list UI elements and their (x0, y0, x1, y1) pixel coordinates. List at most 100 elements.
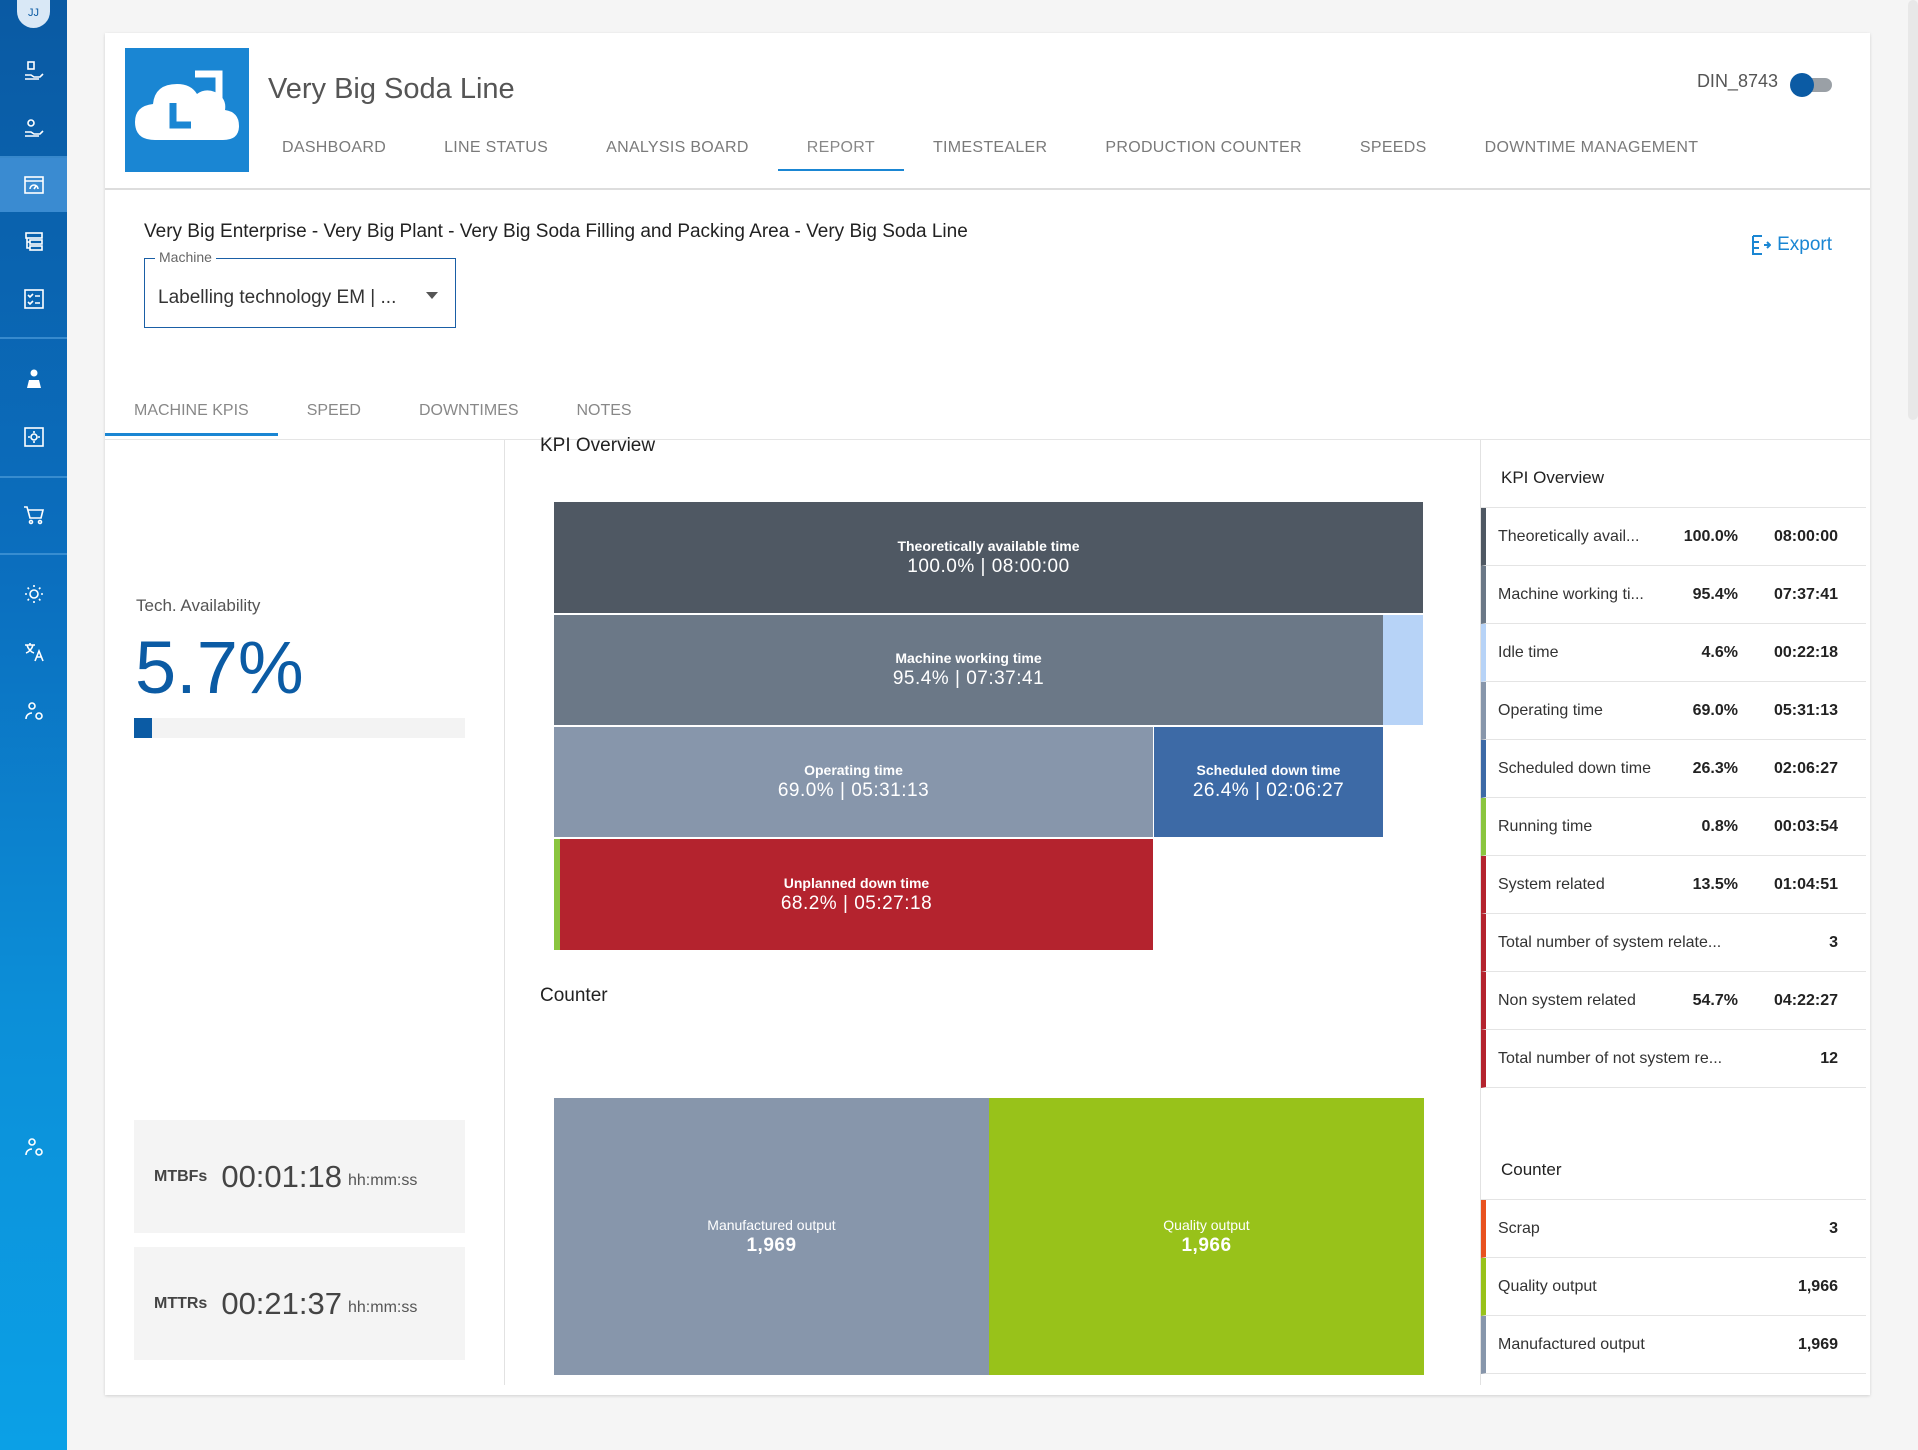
block-operating-value: 69.0% | 05:31:13 (777, 780, 930, 801)
side-handshake-icon[interactable] (0, 101, 67, 155)
kpi-table-row: Scheduled down time 26.3% 02:06:27 (1481, 740, 1866, 798)
chevron-down-icon (426, 292, 438, 299)
block-quality-label: Quality output (1163, 1216, 1250, 1233)
tab-downtimes[interactable]: DOWNTIMES (390, 388, 548, 439)
block-working[interactable]: Machine working time 95.4% | 07:37:41 (554, 615, 1383, 725)
block-theoretical-value: 100.0% | 08:00:00 (907, 555, 1070, 577)
user-id: DIN_8743 (1696, 71, 1778, 91)
block-scheduled[interactable]: Scheduled down time 26.4% | 02:06:27 (1154, 727, 1383, 837)
block-theoretical-label: Theoretically available time (897, 537, 1080, 554)
block-manufactured-label: Manufactured output (707, 1216, 836, 1233)
kpi-table-row: Non system related 54.7% 04:22:27 (1481, 972, 1866, 1030)
mttr-unit: hh:mm:ss (348, 1298, 418, 1316)
nav-line-status[interactable]: LINE STATUS (415, 125, 577, 171)
tab-speed[interactable]: SPEED (278, 388, 390, 439)
block-quality-value: 1,966 (1181, 1234, 1232, 1256)
counter-table-row-count: 3 (1829, 1219, 1838, 1237)
block-quality[interactable]: Quality output 1,966 (989, 1098, 1424, 1375)
mtbf-value: 00:01:18 (221, 1158, 342, 1194)
left-kpi-column: Tech. Availability 5.7% MTBFs 00:01:18 h… (105, 440, 505, 1385)
avatar[interactable]: JJ (17, 0, 50, 28)
kpi-table-row-time: 04:22:27 (1773, 991, 1838, 1009)
side-translate-icon[interactable] (0, 625, 67, 679)
kpi-table-row-percent: 0.8% (1701, 817, 1738, 835)
side-worker-icon[interactable] (0, 352, 67, 406)
block-unplanned-label: Unplanned down time (783, 874, 930, 891)
tech-availability-bar (134, 718, 465, 738)
side-image-settings-icon[interactable] (0, 410, 67, 464)
side-report-icon[interactable] (0, 158, 67, 212)
counter-title: Counter (540, 985, 608, 1006)
kpi-table-row-name: Machine working ti... (1498, 585, 1644, 603)
sidebar: JJ (0, 0, 67, 1450)
nav-report[interactable]: REPORT (777, 125, 905, 171)
kpi-table-row: Machine working ti... 95.4% 07:37:41 (1481, 566, 1866, 624)
kpi-table-row: Theoretically avail... 100.0% 08:00:00 (1481, 508, 1866, 566)
tech-availability-value: 5.7% (135, 626, 304, 709)
mttr-value: 00:21:37 (221, 1285, 342, 1321)
kpi-table-title: KPI Overview (1501, 468, 1604, 487)
export-label: Export (1777, 234, 1832, 255)
kpi-overview-title: KPI Overview (540, 435, 656, 456)
block-theoretical[interactable]: Theoretically available time 100.0% | 08… (554, 502, 1423, 613)
nav-production-counter[interactable]: PRODUCTION COUNTER (1076, 125, 1331, 171)
tab-notes[interactable]: NOTES (547, 388, 660, 439)
mtbf-box: MTBFs 00:01:18 hh:mm:ss (134, 1120, 465, 1233)
kpi-table-row-percent: 54.7% (1692, 991, 1738, 1009)
side-user-settings-icon[interactable] (0, 684, 67, 738)
kpi-table-row: Running time 0.8% 00:03:54 (1481, 798, 1866, 856)
page-scrollbar[interactable] (1908, 0, 1918, 420)
block-operating-label: Operating time (804, 762, 903, 778)
nav-speeds[interactable]: SPEEDS (1331, 125, 1456, 171)
kpi-table-row-name: Running time (1498, 817, 1593, 835)
side-checklist-icon[interactable] (0, 272, 67, 326)
nav-timestealer[interactable]: TIMESTEALER (904, 125, 1076, 171)
block-manufactured[interactable]: Manufactured output 1,969 (554, 1098, 989, 1375)
counter-table-title: Counter (1501, 1160, 1562, 1179)
tech-availability-label: Tech. Availability (136, 596, 261, 615)
header-divider (105, 188, 1870, 190)
block-unplanned[interactable]: Unplanned down time 68.2% | 05:27:18 (560, 839, 1153, 950)
right-kpi-column: KPI Overview Theoretically avail... 100.0… (1480, 440, 1870, 1385)
side-user-settings-icon-2[interactable] (0, 1120, 67, 1174)
block-idle[interactable] (1383, 615, 1423, 725)
counter-table-row-count: 1,966 (1797, 1277, 1838, 1295)
side-brightness-icon[interactable] (0, 567, 67, 621)
block-working-value: 95.4% | 07:37:41 (892, 668, 1045, 689)
side-cart-icon[interactable] (0, 488, 67, 542)
kpi-table-row-percent: 100.0% (1683, 527, 1738, 545)
counter-table-row-count: 1,969 (1797, 1335, 1838, 1353)
export-icon (1752, 235, 1772, 255)
side-hierarchy-icon[interactable] (0, 215, 67, 269)
counter-table-row: Scrap 3 (1481, 1200, 1866, 1258)
kpi-table-row-time: 02:06:27 (1773, 759, 1838, 777)
nav-downtime-management[interactable]: DOWNTIME MANAGEMENT (1456, 125, 1728, 171)
mtbf-unit: hh:mm:ss (348, 1171, 418, 1189)
main-nav: DASHBOARD LINE STATUS ANALYSIS BOARD REP… (253, 125, 1727, 171)
kpi-table-row-percent: 4.6% (1701, 643, 1738, 661)
block-manufactured-value: 1,969 (746, 1234, 797, 1256)
kpi-table-row-time: 07:37:41 (1773, 585, 1838, 603)
kpi-table-row-name: Non system related (1498, 991, 1636, 1009)
nav-dashboard[interactable]: DASHBOARD (253, 125, 415, 171)
counter-table-row-name: Manufactured output (1498, 1335, 1645, 1353)
mttr-key: MTTRs (154, 1294, 208, 1312)
kpi-table: Theoretically avail... 100.0% 08:00:00 Mach… (1481, 507, 1866, 1088)
kpi-table-row: Idle time 4.6% 00:22:18 (1481, 624, 1866, 682)
kpi-table-row-count: 12 (1820, 1049, 1838, 1067)
kpi-table-row: Total number of system relate... 3 (1481, 914, 1866, 972)
export-button[interactable]: Export (1751, 234, 1832, 256)
tab-machine-kpis[interactable]: MACHINE KPIS (105, 388, 278, 439)
kpi-table-row-name: Theoretically avail... (1498, 527, 1640, 545)
user-toggle[interactable] (1790, 72, 1832, 97)
kpi-table-row-time: 05:31:13 (1773, 701, 1838, 719)
machine-select-label: Machine (155, 249, 216, 265)
kpi-table-row-time: 00:22:18 (1773, 643, 1838, 661)
side-hand-icon[interactable] (0, 44, 67, 98)
kpi-table-row-percent: 13.5% (1692, 875, 1738, 893)
machine-select[interactable]: Machine Labelling technology EM | ... (144, 249, 456, 328)
kpi-table-row-name: Idle time (1498, 643, 1559, 661)
block-operating[interactable]: Operating time 69.0% | 05:31:13 (554, 727, 1153, 837)
nav-analysis-board[interactable]: ANALYSIS BOARD (577, 125, 778, 171)
block-working-label: Machine working time (895, 650, 1042, 666)
